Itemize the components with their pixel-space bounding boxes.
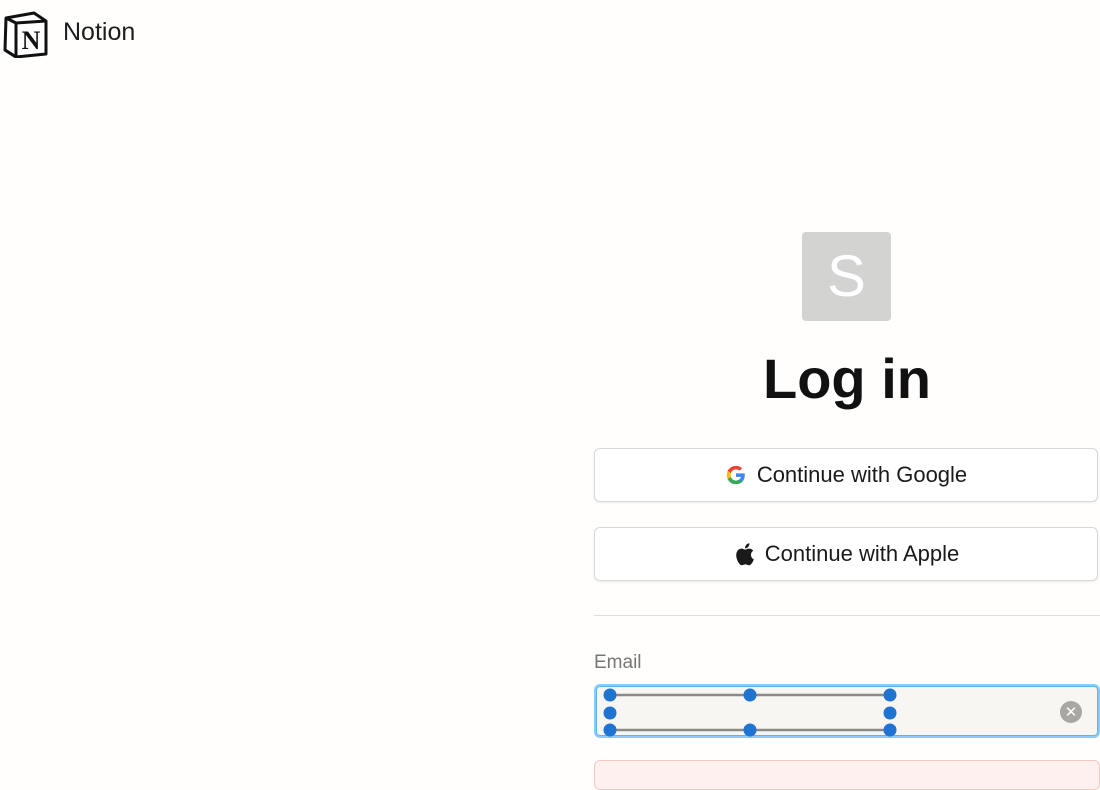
notion-logo-icon[interactable]: N xyxy=(2,10,48,59)
email-label: Email xyxy=(594,652,642,673)
email-input[interactable] xyxy=(606,694,1050,730)
continue-with-google-button[interactable]: Continue with Google xyxy=(594,448,1098,502)
apple-button-label: Continue with Apple xyxy=(764,541,960,566)
continue-with-apple-button[interactable]: Continue with Apple xyxy=(594,527,1098,581)
avatar-letter: S xyxy=(827,244,866,309)
email-field[interactable]: ✕ xyxy=(594,684,1100,738)
page-title: Log in xyxy=(763,347,931,410)
svg-text:N: N xyxy=(22,26,41,55)
divider xyxy=(594,615,1100,616)
workspace-avatar: S xyxy=(802,232,891,321)
clear-icon[interactable]: ✕ xyxy=(1060,701,1082,723)
google-button-label: Continue with Google xyxy=(756,462,968,487)
google-icon xyxy=(725,464,747,486)
apple-icon xyxy=(733,542,755,566)
brand-name[interactable]: Notion xyxy=(63,18,135,47)
error-message-box xyxy=(594,760,1100,790)
top-bar: N Notion xyxy=(0,0,300,66)
